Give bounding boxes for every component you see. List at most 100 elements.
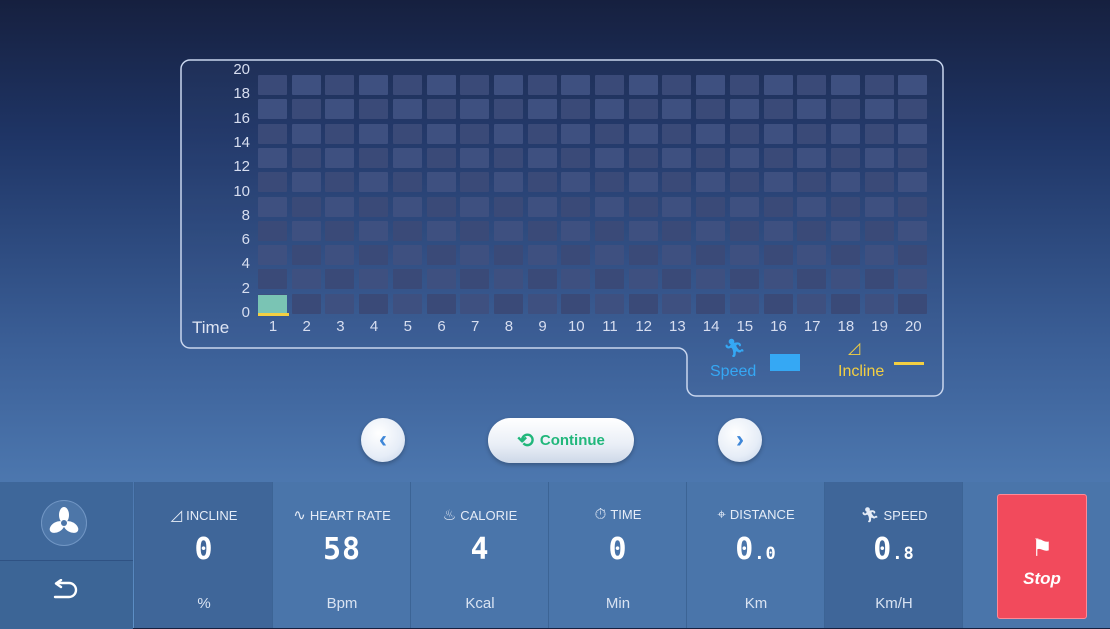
grid-cell [325, 220, 355, 241]
grid-cell [864, 99, 894, 120]
grid-cell [493, 172, 523, 193]
speed-value-dec: .8 [892, 544, 915, 564]
grid-cell [426, 172, 456, 193]
legend-speed-label: Speed [710, 363, 757, 380]
next-button[interactable]: › [718, 418, 762, 462]
time-stat: ⏱ TIME 0 Min [548, 482, 687, 628]
grid-cell [460, 172, 490, 193]
grid-cell [527, 196, 557, 217]
incline-icon: ◿ [848, 340, 861, 357]
y-tick-label: 16 [233, 109, 250, 127]
grid-cell [595, 172, 624, 193]
grid-cell [662, 75, 692, 95]
x-tick-label: 12 [635, 318, 653, 335]
grid-cell [898, 172, 928, 193]
bottom-status-bar: ◿ INCLINE 0 % ∿ HEART RATE 58 Bpm ♨ CALORIE… [0, 482, 1110, 629]
grid-cell [628, 245, 658, 266]
x-tick-label: 14 [702, 318, 720, 335]
calorie-value: 4 [470, 532, 490, 567]
grid-cell [359, 99, 389, 120]
chevron-left-icon: ‹ [379, 426, 387, 453]
grid-cell [898, 293, 928, 314]
y-tick-label: 2 [241, 279, 250, 297]
grid-cell [595, 245, 624, 266]
grid-cell [325, 269, 355, 290]
location-pin-icon: ⌖ [717, 506, 726, 523]
grid-cell [493, 220, 523, 241]
grid-cell [628, 293, 658, 314]
grid-cell [426, 123, 456, 144]
back-icon[interactable] [50, 579, 80, 605]
grid-cell [460, 269, 490, 290]
grid-cell [325, 75, 355, 95]
stop-button[interactable]: ⚑ Stop [997, 494, 1087, 619]
grid-cell [325, 147, 355, 168]
grid-cell [830, 123, 860, 144]
grid-cell [595, 75, 624, 95]
grid-cell [392, 196, 422, 217]
grid-cell [258, 123, 287, 144]
fan-cell [0, 482, 133, 560]
grid-cell [527, 99, 557, 120]
distance-stat: ⌖ DISTANCE 0.0 Km [686, 482, 825, 628]
grid-cell [696, 99, 726, 120]
y-tick-label: 6 [241, 231, 250, 249]
grid-cell [797, 293, 827, 314]
grid-cell [864, 220, 894, 241]
grid-cell [561, 220, 591, 241]
incline-icon: ◿ [170, 507, 183, 524]
grid-cell [291, 99, 321, 120]
grid-cell [392, 220, 422, 241]
grid-cell [527, 293, 557, 314]
speed-unit: Km/H [875, 595, 913, 612]
speed-value: 0.8 [825, 532, 963, 567]
back-cell [0, 560, 133, 629]
grid-cell [729, 123, 759, 144]
grid-cell [763, 220, 793, 241]
grid-cell [325, 99, 355, 120]
heart-rate-value: 58 [322, 532, 362, 567]
grid-cell [426, 220, 456, 241]
grid-cell [662, 269, 692, 290]
refresh-icon: ⟲ [517, 430, 534, 452]
fan-icon [49, 507, 79, 533]
grid-cell [797, 123, 827, 144]
grid-cell [797, 220, 827, 241]
grid-cell [392, 99, 422, 120]
grid-cell [628, 196, 658, 217]
grid-cell [527, 245, 557, 266]
grid-cell [493, 123, 523, 144]
grid-cell [392, 123, 422, 144]
grid-cell [595, 99, 624, 120]
grid-cell [561, 75, 591, 95]
grid-cell [527, 269, 557, 290]
grid-cell [763, 293, 793, 314]
grid-cell [729, 196, 759, 217]
heart-rate-unit: Bpm [326, 595, 358, 612]
speed-stat: 🏃︎ SPEED 0.8 Km/H [824, 482, 963, 628]
previous-button[interactable]: ‹ [361, 418, 405, 462]
speed-value-int: 0 [873, 532, 893, 567]
continue-button[interactable]: ⟲ Continue [488, 418, 634, 463]
grid-cell [696, 147, 726, 168]
grid-cell [864, 75, 894, 95]
checkered-flag-icon: ⚑ [1031, 535, 1053, 562]
grid-cell [595, 269, 624, 290]
speed-stat-label: SPEED [883, 508, 928, 523]
grid-cell [864, 196, 894, 217]
grid-cell [460, 220, 490, 241]
grid-cell [561, 147, 591, 168]
grid-cell [291, 269, 321, 290]
fan-button[interactable] [41, 500, 87, 546]
grid-cell [258, 245, 287, 266]
grid-cell [729, 147, 759, 168]
grid-cell [898, 220, 928, 241]
grid-cell [595, 196, 624, 217]
grid-cell [527, 147, 557, 168]
grid-cell [898, 99, 928, 120]
heart-rate-stat: ∿ HEART RATE 58 Bpm [272, 482, 411, 628]
grid-cell [696, 293, 726, 314]
grid-cell [628, 220, 658, 241]
x-tick-label: 19 [871, 318, 888, 335]
x-tick-label: 6 [437, 318, 446, 335]
